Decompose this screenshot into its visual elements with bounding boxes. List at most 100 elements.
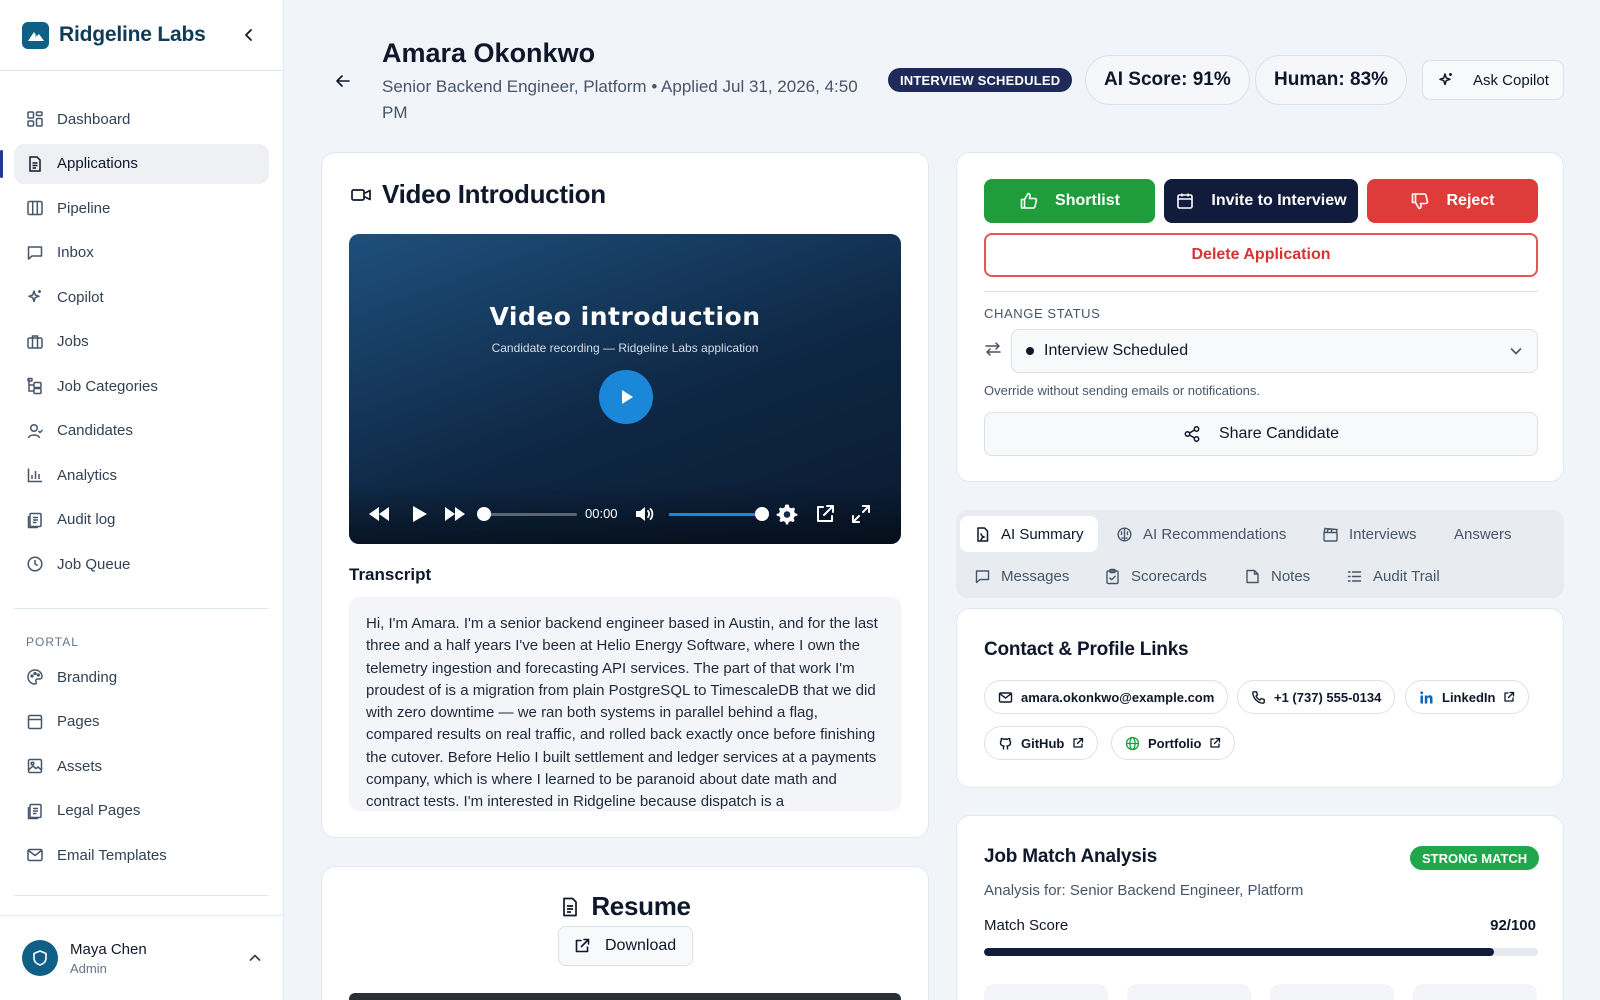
nav-item-assets[interactable]: Assets	[14, 746, 269, 786]
job-match-title: Job Match Analysis	[984, 846, 1158, 867]
nav-item-applications[interactable]: Applications	[0, 143, 269, 184]
video-camera-icon	[351, 188, 371, 201]
tab-label: Messages	[1001, 567, 1070, 585]
tab-label: Scorecards	[1131, 567, 1207, 585]
video-section-title-text: Video Introduction	[382, 179, 606, 209]
reject-label: Reject	[1446, 192, 1495, 209]
nav-item-email-templates[interactable]: Email Templates	[14, 835, 269, 875]
file-ai-icon	[977, 526, 989, 542]
nav-label: Legal Pages	[57, 802, 141, 819]
transcript-label: Transcript	[349, 565, 432, 584]
tab-ai-recommendations[interactable]: AI Recommendations	[1102, 516, 1300, 552]
nav-item-inbox[interactable]: Inbox	[14, 233, 269, 273]
collapse-sidebar-button[interactable]	[237, 23, 261, 47]
video-controls: 00:00	[349, 484, 901, 544]
nav-item-legal-pages[interactable]: Legal Pages	[14, 791, 269, 831]
document-icon	[29, 155, 41, 172]
tab-messages[interactable]: Messages	[960, 558, 1083, 594]
rewind-icon	[369, 507, 389, 521]
match-stat-card	[1413, 984, 1537, 1000]
nav-item-jobs[interactable]: Jobs	[14, 322, 269, 362]
nav-item-job-queue[interactable]: Job Queue	[14, 544, 269, 584]
linkedin-chip[interactable]: LinkedIn	[1405, 680, 1530, 714]
portfolio-chip[interactable]: Portfolio	[1111, 726, 1236, 760]
fullscreen-button[interactable]	[849, 502, 873, 526]
brand-logo-icon	[22, 21, 49, 49]
video-player[interactable]: Video introduction Candidate recording —…	[349, 234, 901, 544]
log-icon	[27, 512, 42, 528]
popout-button[interactable]	[813, 502, 837, 526]
linkedin-icon	[1420, 690, 1433, 703]
detail-tabs: AI Summary AI Recommendations Interviews…	[956, 510, 1564, 598]
bar-chart-icon	[27, 468, 42, 483]
delete-application-button[interactable]: Delete Application	[984, 233, 1538, 277]
tab-label: AI Recommendations	[1143, 525, 1287, 543]
play-button[interactable]	[407, 502, 431, 526]
message-icon	[27, 245, 43, 260]
share-candidate-button[interactable]: Share Candidate	[984, 412, 1538, 456]
tab-interviews[interactable]: Interviews	[1308, 516, 1431, 552]
github-chip[interactable]: GitHub	[984, 726, 1099, 760]
video-progress-track[interactable]	[485, 513, 577, 516]
tab-answers[interactable]: Answers	[1440, 516, 1526, 552]
video-progress-thumb[interactable]	[477, 507, 491, 521]
tab-ai-summary[interactable]: AI Summary	[960, 516, 1098, 552]
portal-section-label: PORTAL	[26, 635, 79, 649]
status-select[interactable]: Interview Scheduled	[1011, 329, 1538, 373]
user-role: Admin	[70, 960, 107, 976]
thumbs-down-icon	[1412, 193, 1429, 210]
volume-track[interactable]	[669, 513, 761, 516]
user-icon	[27, 423, 44, 438]
nav-item-candidates[interactable]: Candidates	[14, 411, 269, 451]
nav-item-analytics[interactable]: Analytics	[14, 455, 269, 495]
back-button[interactable]	[330, 68, 356, 94]
nav-item-branding[interactable]: Branding	[14, 657, 269, 697]
nav-item-audit-log[interactable]: Audit log	[14, 500, 269, 540]
clock-icon	[27, 556, 43, 572]
tab-notes[interactable]: Notes	[1230, 558, 1324, 594]
nav-item-copilot[interactable]: Copilot	[14, 277, 269, 317]
shortlist-button[interactable]: Shortlist	[984, 179, 1155, 223]
change-status-label: CHANGE STATUS	[984, 306, 1101, 321]
fast-forward-button[interactable]	[443, 502, 467, 526]
chevron-up-icon	[249, 954, 261, 961]
external-link-icon	[1210, 737, 1221, 748]
nav-item-job-categories[interactable]: Job Categories	[14, 366, 269, 406]
shortlist-label: Shortlist	[1055, 192, 1120, 209]
github-icon	[999, 737, 1012, 749]
match-strength-badge: STRONG MATCH	[1410, 846, 1540, 870]
mute-button[interactable]	[633, 502, 657, 526]
volume-thumb[interactable]	[755, 507, 769, 521]
nav-label: Branding	[57, 668, 118, 686]
nav-item-dashboard[interactable]: Dashboard	[14, 99, 269, 139]
invite-to-interview-button[interactable]: Invite to Interview	[1164, 179, 1358, 223]
tab-label: Audit Trail	[1373, 567, 1440, 585]
transcript-box[interactable]: Hi, I'm Amara. I'm a senior backend engi…	[349, 597, 901, 811]
nav-item-pages[interactable]: Pages	[14, 702, 269, 742]
fullscreen-icon	[852, 505, 870, 523]
nav-label: Pages	[57, 713, 100, 730]
external-link-icon	[1504, 691, 1515, 702]
phone-value: +1 (737) 555-0134	[1274, 689, 1382, 705]
download-resume-button[interactable]: Download	[558, 926, 693, 966]
rewind-button[interactable]	[367, 502, 391, 526]
tab-audit-trail[interactable]: Audit Trail	[1332, 558, 1454, 594]
globe-icon	[1125, 736, 1140, 750]
email-chip[interactable]: amara.okonkwo@example.com	[984, 680, 1229, 714]
portfolio-label: Portfolio	[1148, 735, 1202, 751]
tab-scorecards[interactable]: Scorecards	[1090, 558, 1221, 594]
mail-icon	[998, 691, 1013, 703]
settings-button[interactable]	[775, 502, 799, 526]
ask-copilot-button[interactable]: Ask Copilot	[1422, 60, 1564, 100]
portal-nav: Branding Pages Assets Legal Pages Email …	[0, 657, 283, 875]
phone-chip[interactable]: +1 (737) 555-0134	[1237, 680, 1396, 714]
external-link-icon	[575, 938, 590, 953]
play-overlay-button[interactable]	[599, 370, 653, 424]
phone-icon	[1252, 690, 1265, 704]
match-score-value: 92/100	[1490, 917, 1536, 934]
resume-card: Resume Download	[321, 866, 929, 1000]
nav-item-pipeline[interactable]: Pipeline	[14, 188, 269, 228]
reject-button[interactable]: Reject	[1367, 179, 1538, 223]
status-select-value: Interview Scheduled	[1044, 342, 1189, 359]
user-menu-toggle[interactable]	[248, 951, 262, 965]
